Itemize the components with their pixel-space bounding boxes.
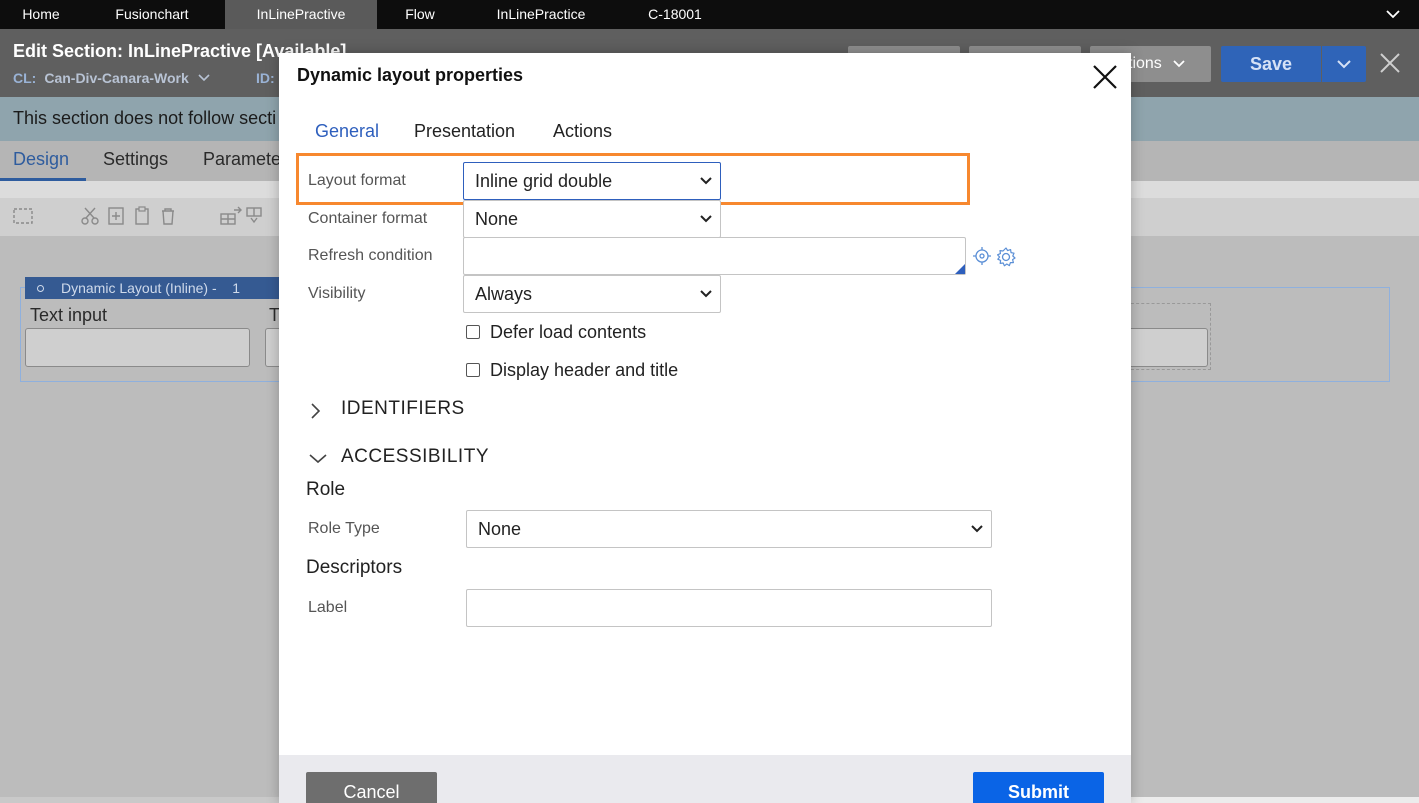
chevron-down-icon — [700, 290, 712, 298]
cancel-button[interactable]: Cancel — [306, 772, 437, 803]
tab-inlinepractice[interactable]: InLinePractice — [480, 0, 602, 29]
role-type-select[interactable]: None — [466, 510, 992, 548]
layout-format-select[interactable]: Inline grid double — [463, 162, 721, 200]
dialog-title: Dynamic layout properties — [297, 65, 524, 85]
identifiers-heading: IDENTIFIERS — [341, 398, 465, 419]
refresh-condition-label: Refresh condition — [308, 247, 433, 264]
layout-format-value: Inline grid double — [475, 171, 613, 191]
visibility-select[interactable]: Always — [463, 275, 721, 313]
tab-design[interactable]: Design — [13, 149, 69, 170]
close-icon[interactable] — [1378, 51, 1402, 75]
target-icon[interactable] — [973, 247, 991, 265]
role-type-value: None — [478, 519, 522, 539]
tab-flow[interactable]: Flow — [389, 0, 451, 29]
tab-fusionchart[interactable]: Fusionchart — [93, 0, 211, 29]
cl-label: CL: — [13, 70, 37, 86]
tab-presentation[interactable]: Presentation — [414, 121, 515, 142]
info-banner-text: This section does not follow secti — [13, 108, 277, 128]
descriptor-label-input[interactable] — [466, 589, 992, 627]
cut-icon[interactable] — [80, 206, 100, 226]
tab-c-18001[interactable]: C-18001 — [636, 0, 714, 29]
defer-load-label[interactable]: Defer load contents — [490, 322, 646, 343]
text-input-field[interactable] — [25, 328, 250, 367]
container-format-value: None — [475, 209, 519, 229]
role-heading: Role — [306, 479, 346, 500]
chevron-down-icon — [971, 525, 983, 533]
actions-label: tions — [1128, 55, 1162, 72]
top-tab-bar: Home Fusionchart InLinePractive Flow InL… — [0, 0, 1419, 29]
chevron-right-icon — [311, 403, 321, 419]
descriptor-label-label: Label — [308, 599, 348, 616]
tab-inlinepractive[interactable]: InLinePractive — [225, 0, 377, 29]
defer-load-checkbox[interactable] — [466, 325, 480, 339]
display-header-label[interactable]: Display header and title — [490, 360, 678, 381]
visibility-label: Visibility — [308, 285, 366, 302]
insert-row-icon[interactable] — [220, 206, 242, 226]
dynamic-layout-index: 1 — [232, 280, 240, 296]
role-type-label: Role Type — [308, 520, 380, 537]
tab-actions[interactable]: Actions — [553, 121, 612, 142]
save-button[interactable]: Save — [1221, 46, 1321, 82]
id-label: ID: — [256, 70, 275, 86]
chevron-down-icon[interactable] — [197, 73, 211, 83]
chevron-down-icon — [700, 215, 712, 223]
tab-parameters[interactable]: Paramete — [203, 149, 281, 170]
tab-general[interactable]: General — [315, 121, 379, 142]
save-dropdown-button[interactable] — [1322, 46, 1366, 82]
display-header-checkbox[interactable] — [466, 363, 480, 377]
insert-column-icon[interactable] — [245, 206, 267, 226]
chevron-down-icon — [309, 454, 327, 464]
cell-field-2[interactable] — [265, 328, 279, 367]
text-input-label: Text input — [30, 305, 108, 325]
dynamic-layout-header[interactable]: Dynamic Layout (Inline) - 1 — [25, 277, 280, 299]
gear-icon[interactable] — [995, 246, 1017, 268]
accessibility-heading: ACCESSIBILITY — [341, 446, 489, 467]
layout-handle-icon — [37, 285, 44, 292]
delete-icon[interactable] — [159, 206, 177, 226]
class-info: CL: Can-Div-Canara-Work — [13, 70, 211, 86]
dynamic-layout-properties-dialog: Dynamic layout properties General Presen… — [279, 53, 1131, 803]
container-format-select[interactable]: None — [463, 200, 721, 238]
layout-icon[interactable] — [12, 206, 34, 226]
refresh-condition-input[interactable] — [463, 237, 966, 275]
tab-settings[interactable]: Settings — [103, 149, 168, 170]
chevron-down-icon — [700, 177, 712, 185]
close-icon[interactable] — [1091, 63, 1119, 91]
chevron-down-icon — [1173, 60, 1185, 68]
submit-button[interactable]: Submit — [973, 772, 1104, 803]
add-icon[interactable] — [107, 206, 125, 226]
resize-handle-icon[interactable] — [955, 264, 965, 274]
tab-home[interactable]: Home — [0, 0, 82, 29]
paste-icon[interactable] — [133, 206, 151, 226]
cl-value[interactable]: Can-Div-Canara-Work — [44, 70, 188, 86]
chevron-down-icon[interactable] — [1385, 6, 1401, 22]
active-tab-indicator — [0, 178, 86, 181]
descriptors-heading: Descriptors — [306, 557, 403, 578]
container-format-label: Container format — [308, 210, 428, 227]
cell-field-3[interactable] — [1131, 328, 1208, 367]
visibility-value: Always — [475, 284, 533, 304]
chevron-down-icon — [1337, 60, 1351, 69]
dynamic-layout-title: Dynamic Layout (Inline) - — [61, 280, 217, 296]
layout-format-label: Layout format — [308, 172, 406, 189]
